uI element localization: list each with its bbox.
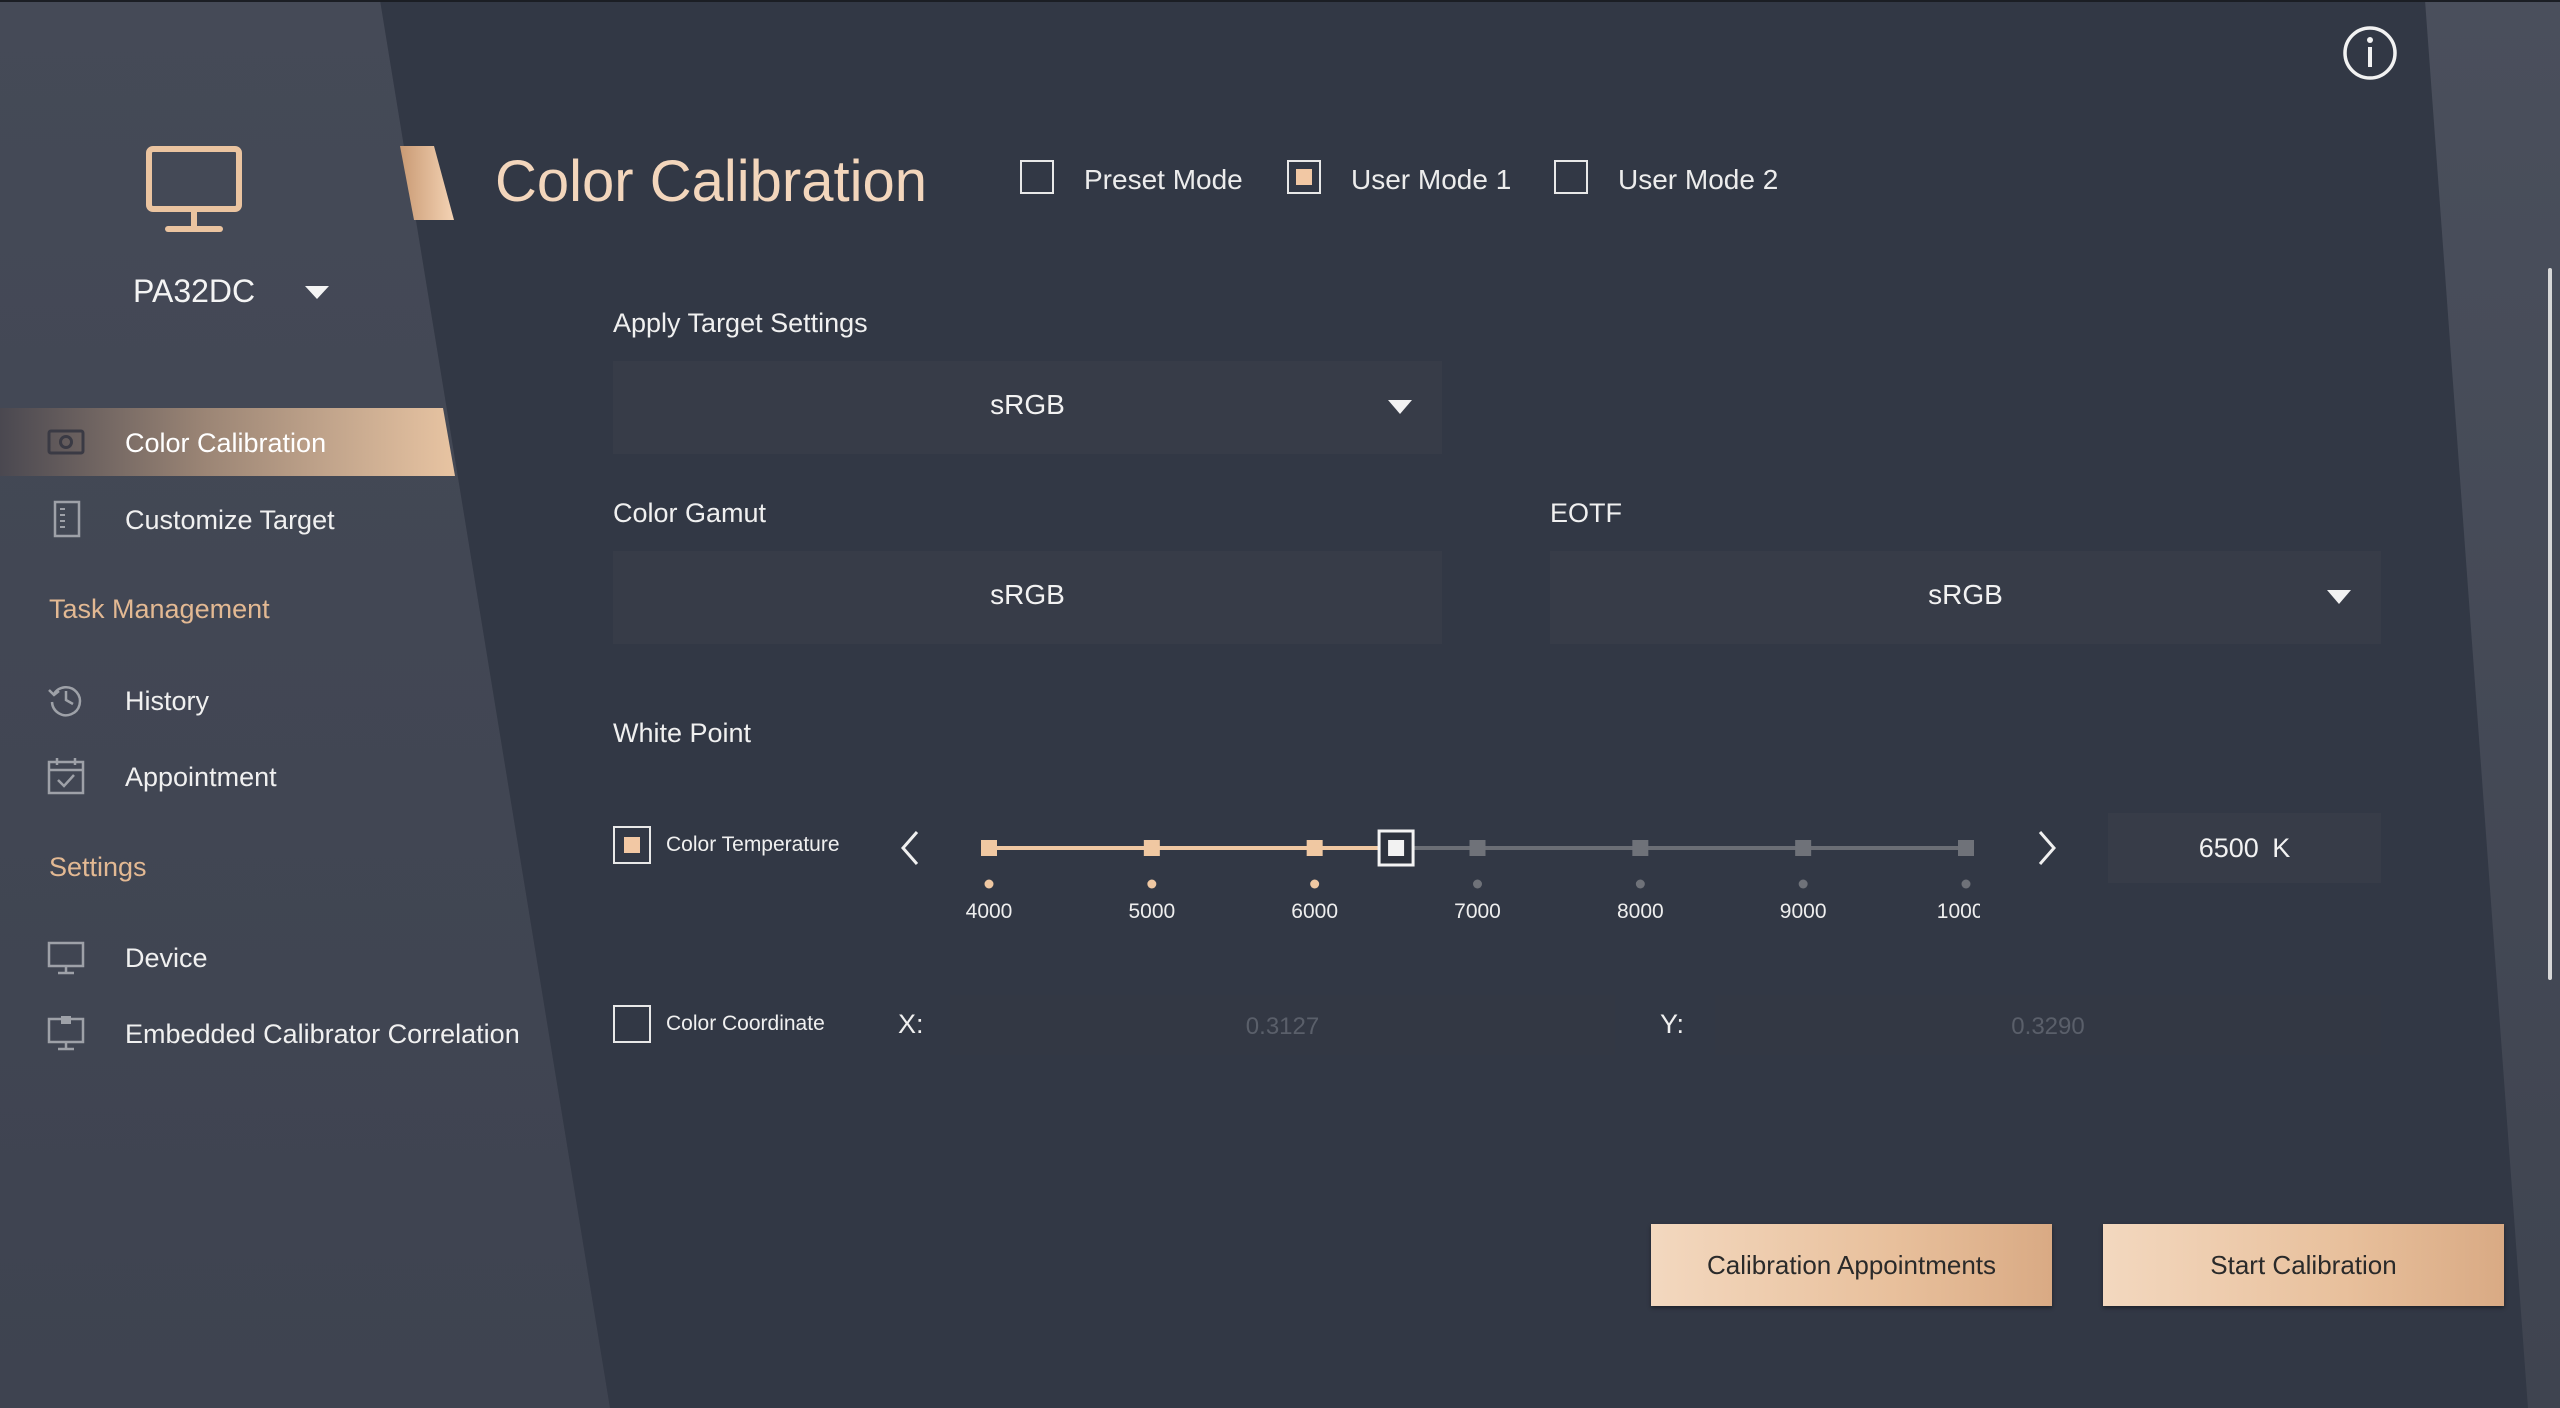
- device-name: PA32DC: [133, 273, 256, 309]
- kelvin-number: 6500: [2198, 833, 2259, 863]
- slider-step-marker[interactable]: [981, 840, 997, 856]
- chevron-left-icon[interactable]: [895, 826, 925, 870]
- x-coordinate-label: X:: [898, 1009, 924, 1039]
- slider-tick-dot: [984, 879, 994, 889]
- color-temperature-value: 6500 K: [2108, 833, 2381, 864]
- slider-tick-label: 10000: [1937, 900, 1980, 923]
- kelvin-unit: K: [2272, 833, 2291, 863]
- monitor-calibrator-icon: [47, 1016, 85, 1051]
- button-label: Calibration Appointments: [1706, 1250, 1997, 1280]
- calibration-appointments-button[interactable]: Calibration Appointments: [1651, 1224, 2052, 1306]
- top-border: [0, 0, 2560, 2]
- checkbox-box[interactable]: [1020, 160, 1054, 194]
- mode-label: Preset Mode: [1084, 164, 1243, 195]
- slider-tick-dot: [1147, 879, 1157, 889]
- white-point-label: White Point: [613, 718, 752, 748]
- button-label: Start Calibration: [2210, 1250, 2397, 1280]
- y-coordinate-label: Y:: [1660, 1009, 1685, 1039]
- color-gamut-value: sRGB: [990, 579, 1065, 610]
- apply-target-value: sRGB: [990, 389, 1065, 420]
- page-title: Color Calibration: [495, 149, 927, 214]
- slider-step-marker[interactable]: [1632, 840, 1649, 856]
- mode-label: User Mode 2: [1618, 164, 1779, 195]
- x-coordinate-value: 0.3127: [1245, 1013, 1320, 1040]
- monitor-icon: [146, 146, 242, 232]
- slider-tick-dot: [1798, 879, 1808, 889]
- history-icon: [48, 686, 82, 717]
- y-coordinate-input[interactable]: 0.3290: [1715, 995, 2381, 1055]
- color-coordinate-label: Color Coordinate: [666, 1012, 825, 1035]
- sidebar-item-label: Embedded Calibrator Correlation: [125, 1019, 520, 1049]
- section-title-task-management: Task Management: [49, 594, 270, 624]
- eotf-value: sRGB: [1928, 579, 2003, 610]
- device-dropdown-chevron-down-icon[interactable]: [305, 286, 329, 299]
- info-icon[interactable]: [2342, 25, 2398, 81]
- slider-tick-dot: [1310, 879, 1320, 889]
- x-coordinate-input[interactable]: 0.3127: [950, 995, 1615, 1055]
- y-coordinate-value: 0.3290: [2011, 1013, 2085, 1040]
- color-coordinate-checkbox[interactable]: [613, 1005, 651, 1043]
- sidebar-item-device[interactable]: Device: [0, 923, 455, 991]
- eotf-label: EOTF: [1550, 498, 1622, 528]
- color-temperature-slider[interactable]: 4000 5000 6000 7000 8000 9000 10000: [960, 820, 1980, 930]
- chevron-down-icon: [2327, 590, 2351, 604]
- slider-tick-label: 5000: [1128, 900, 1175, 923]
- sidebar-item-embedded-calibrator-correlation[interactable]: Embedded Calibrator Correlation: [0, 999, 520, 1067]
- slider-tick-label: 7000: [1454, 900, 1501, 923]
- color-gamut-label: Color Gamut: [613, 498, 767, 528]
- slider-tick-label: 4000: [966, 900, 1013, 923]
- slider-step-marker[interactable]: [1469, 840, 1486, 856]
- sidebar-item-appointment[interactable]: Appointment: [0, 742, 455, 810]
- eotf-dropdown[interactable]: sRGB: [1550, 551, 2381, 644]
- app-window: PA32DC Color Calibration Customize Targe…: [0, 0, 2560, 1408]
- calendar-check-icon: [47, 758, 85, 795]
- apply-target-label: Apply Target Settings: [613, 308, 868, 338]
- color-temperature-value-field[interactable]: 6500 K: [2108, 813, 2381, 883]
- slider-step-marker[interactable]: [1958, 840, 1974, 856]
- slider-tick-label: 8000: [1617, 900, 1664, 923]
- slider-tick-dot: [1961, 879, 1971, 889]
- sidebar-item-label: Appointment: [125, 762, 277, 792]
- monitor-icon: [47, 941, 85, 975]
- slider-tick-label: 6000: [1291, 900, 1338, 923]
- slider-step-marker[interactable]: [1143, 840, 1160, 856]
- chevron-down-icon: [1388, 400, 1412, 414]
- color-gamut-field: sRGB: [613, 551, 1442, 644]
- color-temperature-checkbox[interactable]: [613, 826, 651, 864]
- sidebar-item-color-calibration[interactable]: Color Calibration: [0, 408, 455, 476]
- slider-step-marker[interactable]: [1306, 840, 1323, 856]
- document-icon: [53, 500, 81, 538]
- checkbox-box[interactable]: [1287, 160, 1321, 194]
- slider-thumb[interactable]: [1377, 829, 1415, 867]
- mode-label: User Mode 1: [1351, 164, 1512, 195]
- sidebar-item-label: Device: [125, 943, 208, 973]
- slider-step-marker[interactable]: [1795, 840, 1812, 856]
- sidebar-item-label: Customize Target: [125, 505, 335, 535]
- sidebar-item-label: Color Calibration: [125, 428, 327, 458]
- sidebar-item-label: History: [125, 686, 210, 716]
- calibration-icon: [47, 429, 85, 455]
- slider-tick-dot: [1635, 879, 1645, 889]
- chevron-right-icon[interactable]: [2032, 826, 2062, 870]
- apply-target-dropdown[interactable]: sRGB: [613, 361, 1442, 454]
- slider-tick-label: 9000: [1780, 900, 1827, 923]
- color-temperature-label: Color Temperature: [666, 833, 840, 856]
- start-calibration-button[interactable]: Start Calibration: [2103, 1224, 2504, 1306]
- scrollbar[interactable]: [2548, 268, 2552, 980]
- sidebar-item-customize-target[interactable]: Customize Target: [0, 485, 455, 553]
- sidebar-item-history[interactable]: History: [0, 666, 455, 734]
- slider-tick-dot: [1473, 879, 1482, 889]
- section-title-settings: Settings: [49, 852, 147, 882]
- checkbox-box[interactable]: [1554, 160, 1588, 194]
